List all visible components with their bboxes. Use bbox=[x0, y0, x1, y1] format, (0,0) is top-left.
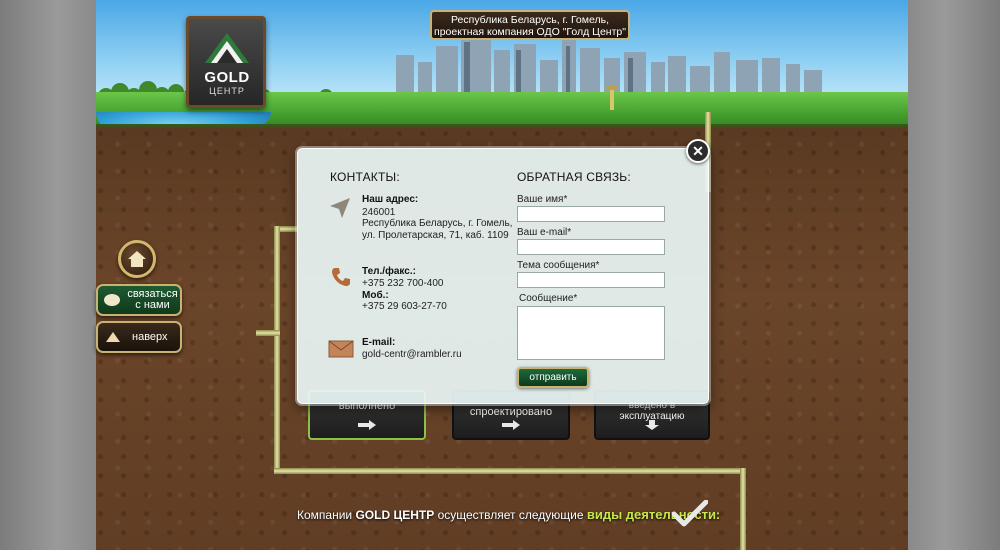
arrow-down-icon bbox=[645, 420, 659, 430]
left-margin bbox=[0, 0, 96, 550]
pipe-bottom-horizontal bbox=[274, 468, 744, 474]
feedback-heading: ОБРАТНАЯ СВЯЗЬ: bbox=[517, 170, 631, 184]
message-field-label: Сообщение* bbox=[519, 293, 578, 304]
close-modal-button[interactable]: ✕ bbox=[686, 139, 710, 163]
gold-centr-logo-sign[interactable]: GOLD ЦЕНТР bbox=[186, 16, 266, 108]
contact-us-button[interactable]: связаться с нами bbox=[96, 284, 182, 316]
location-line-1: Республика Беларусь, г. Гомель, bbox=[451, 14, 609, 26]
scroll-up-button[interactable]: наверх bbox=[96, 321, 182, 353]
mobile-label: Моб.: bbox=[362, 290, 389, 301]
subject-field-label: Тема сообщения* bbox=[517, 260, 600, 271]
location-plate: Республика Беларусь, г. Гомель, проектна… bbox=[430, 10, 630, 40]
email-value[interactable]: gold-centr@rambler.ru bbox=[362, 349, 462, 360]
address-street: ул. Пролетарская, 71, каб. 1109 bbox=[362, 230, 509, 241]
contacts-heading: КОНТАКТЫ: bbox=[330, 170, 400, 184]
activities-intro: Компании GOLD ЦЕНТР осуществляет следующ… bbox=[297, 507, 720, 527]
address-postcode: 246001 bbox=[362, 207, 396, 218]
location-line-2: проектная компания ОДО "Голд Центр" bbox=[434, 26, 626, 38]
mobile-value: +375 29 603-27-70 bbox=[362, 301, 447, 312]
right-margin bbox=[908, 0, 1000, 550]
valve-icon bbox=[606, 86, 618, 110]
location-arrow-icon bbox=[330, 198, 350, 218]
footer-brand: GOLD ЦЕНТР bbox=[355, 508, 435, 522]
submit-button[interactable]: отправить bbox=[517, 367, 589, 388]
phone-value: +375 232 700-400 bbox=[362, 278, 444, 289]
arrow-up-icon bbox=[106, 332, 120, 342]
scroll-up-label: наверх bbox=[132, 331, 168, 343]
address-city: Республика Беларусь, г. Гомель, bbox=[362, 218, 513, 229]
email-field[interactable] bbox=[517, 239, 665, 255]
phone-label: Тел./факс.: bbox=[362, 266, 416, 277]
name-field[interactable] bbox=[517, 206, 665, 222]
contact-us-label-line-2: с нами bbox=[135, 299, 170, 311]
close-icon: ✕ bbox=[692, 142, 704, 159]
name-field-label: Ваше имя* bbox=[517, 194, 568, 205]
pipe-connector bbox=[256, 330, 280, 336]
arrow-right-icon bbox=[502, 420, 520, 430]
speech-bubble-icon bbox=[104, 294, 120, 306]
arrow-right-icon bbox=[358, 420, 376, 430]
logo-title: GOLD bbox=[204, 69, 250, 86]
footer-middle: осуществляет следующие bbox=[434, 508, 587, 522]
phone-icon bbox=[332, 268, 350, 286]
address-label: Наш адрес: bbox=[362, 194, 419, 205]
pipe-left-vertical bbox=[274, 226, 280, 472]
subject-field[interactable] bbox=[517, 272, 665, 288]
house-logo-icon bbox=[205, 33, 249, 63]
contact-us-label: связаться с нами bbox=[125, 289, 180, 311]
pipe-right-vertical-bottom bbox=[740, 468, 746, 550]
home-button[interactable] bbox=[118, 240, 156, 278]
stat-label-designed: спроектировано bbox=[469, 406, 553, 418]
home-icon bbox=[128, 251, 146, 267]
checkmark-icon bbox=[672, 500, 708, 527]
envelope-icon bbox=[328, 340, 354, 358]
footer-prefix: Компании bbox=[297, 508, 356, 522]
message-field[interactable] bbox=[517, 306, 665, 360]
email-field-label: Ваш e-mail* bbox=[517, 227, 572, 238]
email-label: E-mail: bbox=[362, 337, 396, 348]
logo-subtitle: ЦЕНТР bbox=[209, 86, 245, 96]
